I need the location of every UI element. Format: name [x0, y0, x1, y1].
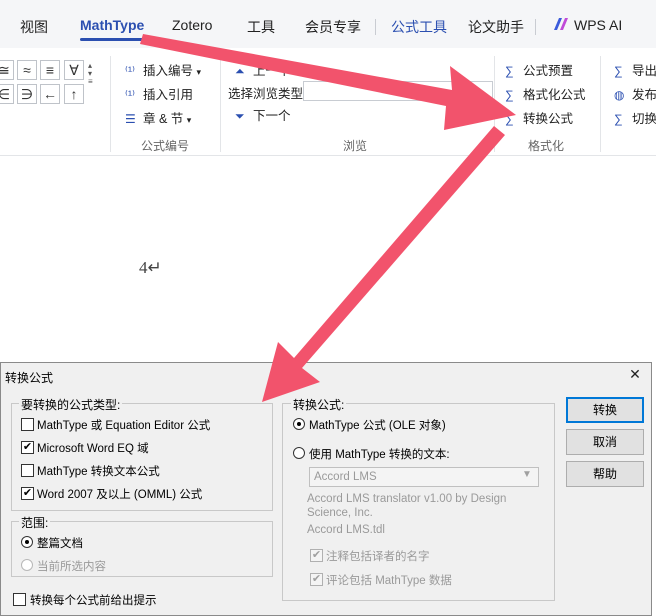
annotation-arrow-to-dialog: [262, 126, 505, 402]
annotation-arrow-to-convert: [140, 34, 516, 130]
annotation-arrows: [140, 34, 516, 402]
